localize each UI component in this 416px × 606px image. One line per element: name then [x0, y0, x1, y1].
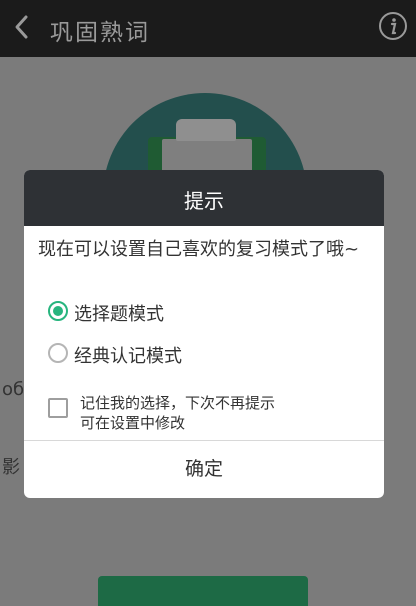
info-button[interactable]: [378, 11, 408, 41]
radio-unselected-icon[interactable]: [48, 343, 68, 363]
background-text-1: об: [2, 379, 25, 400]
info-icon: [379, 12, 407, 40]
background-text-2: 影: [2, 457, 20, 478]
dialog-title: 提示: [184, 189, 224, 213]
option-classic-mode[interactable]: 经典认记模式: [48, 340, 348, 368]
option-label: 经典认记模式: [74, 346, 182, 367]
remember-hint: 可在设置中修改: [80, 414, 186, 432]
dialog-message: 现在可以设置自己喜欢的复习模式了哦~: [38, 239, 360, 260]
option-choice-mode[interactable]: 选择题模式: [48, 298, 348, 326]
clipboard-clip: [176, 119, 236, 141]
option-label: 选择题模式: [74, 304, 164, 325]
remember-choice[interactable]: 记住我的选择，下次不再提示 可在设置中修改: [48, 392, 368, 438]
confirm-button[interactable]: 确定: [24, 441, 384, 498]
prompt-dialog: 提示 现在可以设置自己喜欢的复习模式了哦~ 选择题模式 经典认记模式 记住我的选…: [24, 170, 384, 498]
chevron-left-icon: [15, 15, 28, 39]
radio-selected-icon[interactable]: [48, 301, 68, 321]
top-bar: 巩固熟词: [0, 0, 416, 57]
dialog-header: 提示: [24, 170, 384, 226]
back-button[interactable]: [10, 12, 34, 42]
start-review-button[interactable]: [98, 576, 308, 606]
page-title: 巩固熟词: [50, 20, 150, 46]
remember-label: 记住我的选择，下次不再提示: [80, 394, 276, 412]
remember-checkbox[interactable]: [48, 398, 68, 418]
